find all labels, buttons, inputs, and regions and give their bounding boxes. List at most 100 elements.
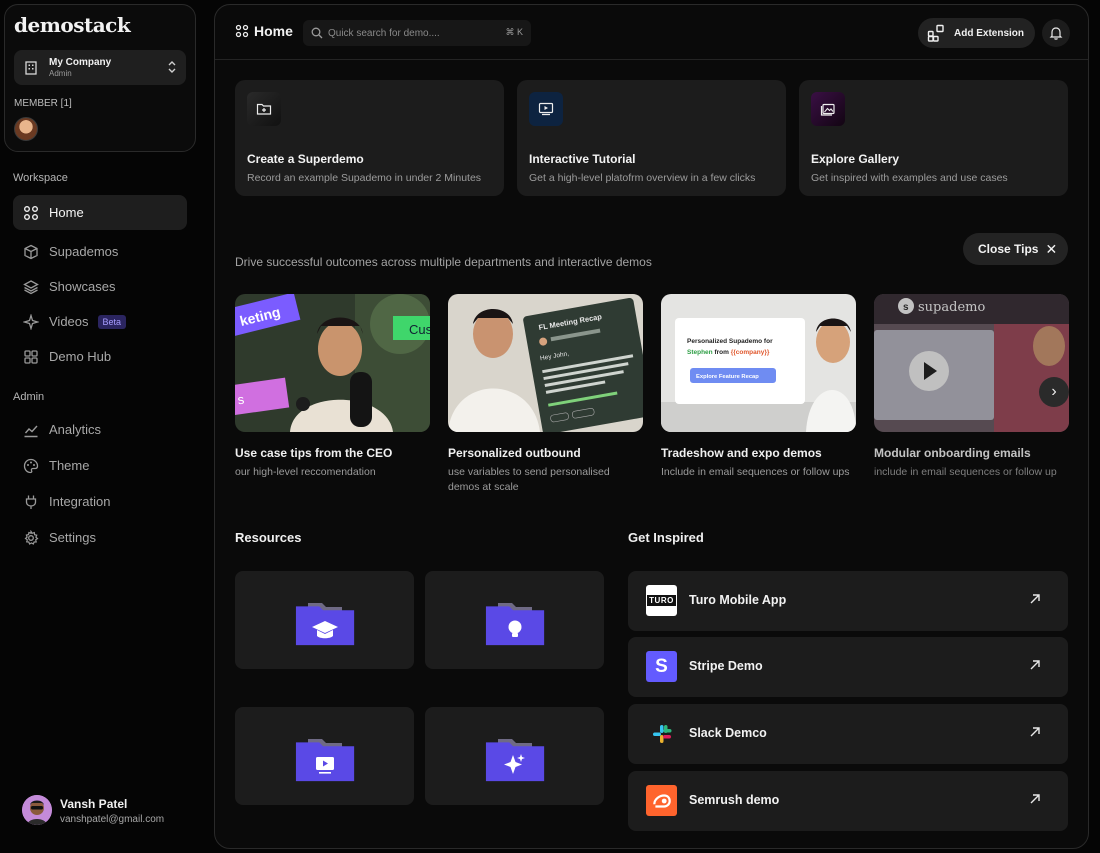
- resource-card[interactable]: [235, 707, 414, 805]
- tip-thumbnail: FL Meeting Recap Hey John,: [448, 294, 643, 432]
- nav-videos[interactable]: Videos Beta: [13, 304, 187, 339]
- turo-logo-text: TURO: [647, 595, 676, 606]
- nav-label: Settings: [49, 530, 96, 545]
- extension-icon: [927, 24, 944, 42]
- folder-plus-icon: [247, 92, 281, 126]
- tips-next-button[interactable]: ›: [1039, 377, 1069, 407]
- palette-icon: [23, 458, 39, 473]
- top-bar: Home ⌘ K Add Extension: [215, 5, 1088, 60]
- add-extension-label: Add Extension: [954, 27, 1025, 39]
- plug-icon: [25, 495, 37, 509]
- create-superdemo-card[interactable]: Create a Superdemo Record an example Sup…: [235, 80, 504, 196]
- add-extension-button[interactable]: Add Extension: [918, 18, 1035, 48]
- workspace-switcher[interactable]: My Company Admin: [14, 50, 186, 85]
- play-screen-icon: [529, 92, 563, 126]
- building-icon: [25, 61, 37, 75]
- tips-subtitle: Drive successful outcomes across multipl…: [235, 255, 652, 269]
- nav-supademos[interactable]: Supademos: [13, 234, 187, 269]
- card-title: Create a Superdemo: [247, 152, 364, 166]
- external-link-arrow-icon[interactable]: [1028, 725, 1042, 739]
- nav-analytics[interactable]: Analytics: [13, 412, 187, 447]
- tip-desc: Include in email sequences or follow ups: [661, 466, 850, 478]
- workspace-role: Admin: [49, 69, 72, 78]
- nav-label: Analytics: [49, 422, 102, 437]
- cube-icon: [24, 244, 38, 259]
- nav-label: Demo Hub: [49, 349, 112, 364]
- grid-icon: [235, 24, 249, 38]
- inspired-name: Slack Demco: [689, 726, 767, 740]
- inspired-name: Turo Mobile App: [689, 593, 787, 607]
- tip-title: Personalized outbound: [448, 446, 581, 460]
- sidebar: demostack My Company Admin MEMBER [1] Wo…: [0, 0, 206, 853]
- grid-icon: [24, 205, 38, 220]
- chevron-right-icon: ›: [1051, 383, 1057, 400]
- resource-card[interactable]: [235, 571, 414, 669]
- app-logo[interactable]: demostack: [14, 13, 131, 37]
- user-avatar: [22, 795, 52, 825]
- user-email: vanshpatel@gmail.com: [60, 814, 165, 825]
- tradeshow-card-from: from: [714, 349, 729, 356]
- explore-gallery-card[interactable]: Explore Gallery Get inspired with exampl…: [799, 80, 1068, 196]
- workspace-name: My Company: [49, 57, 112, 68]
- tip-thumbnail: s supademo: [874, 294, 1069, 432]
- resource-card[interactable]: [425, 707, 604, 805]
- external-link-arrow-icon[interactable]: [1028, 658, 1042, 672]
- lightbulb-icon: [485, 603, 544, 646]
- tip-card-outbound[interactable]: FL Meeting Recap Hey John, Personalized …: [448, 294, 643, 495]
- page-title-text: Home: [254, 23, 293, 39]
- workspace-section-label: Workspace: [13, 172, 68, 184]
- tradeshow-card-name: Stephen: [687, 349, 713, 356]
- semrush-logo-icon: [646, 785, 677, 816]
- inspired-item-stripe[interactable]: S Stripe Demo: [628, 637, 1068, 697]
- tip-card-ceo[interactable]: keting Cus s Use case tips from the CEO …: [235, 294, 430, 480]
- tip-title: Use case tips from the CEO: [235, 446, 393, 460]
- nav-settings[interactable]: Settings: [13, 520, 187, 555]
- beta-badge: Beta: [97, 314, 127, 329]
- inspired-name: Semrush demo: [689, 793, 780, 807]
- get-inspired-heading: Get Inspired: [628, 530, 704, 545]
- bell-icon: [1049, 27, 1063, 40]
- user-name: Vansh Patel: [60, 797, 128, 811]
- nav-home[interactable]: Home: [13, 195, 187, 230]
- close-tips-button[interactable]: Close Tips ✕: [963, 233, 1068, 265]
- nav-showcases[interactable]: Showcases: [13, 269, 187, 304]
- card-desc: Get a high-level platofrm overview in a …: [529, 172, 756, 184]
- svg-text:s: s: [903, 302, 909, 313]
- resource-card[interactable]: [425, 571, 604, 669]
- resources-heading: Resources: [235, 530, 302, 545]
- nav-label: Theme: [49, 458, 90, 473]
- admin-section-label: Admin: [13, 391, 45, 403]
- slack-logo-icon: [646, 718, 677, 749]
- external-link-arrow-icon[interactable]: [1028, 592, 1042, 606]
- search-shortcut: ⌘ K: [505, 27, 523, 37]
- interactive-tutorial-card[interactable]: Interactive Tutorial Get a high-level pl…: [517, 80, 786, 196]
- workspace-card: demostack My Company Admin MEMBER [1]: [4, 4, 196, 152]
- nav-label: Videos: [49, 314, 89, 329]
- tradeshow-card-variable: {{company}}: [731, 349, 770, 356]
- svg-text:Stephen from {{company}}: Stephen from {{company}}: [687, 349, 770, 356]
- gear-icon: [24, 529, 39, 545]
- search-box[interactable]: ⌘ K: [303, 20, 531, 46]
- inspired-item-turo[interactable]: TURO Turo Mobile App: [628, 571, 1068, 631]
- tip-card-tradeshow[interactable]: Personalized Supademo for Stephen from {…: [661, 294, 856, 480]
- layers-icon: [23, 279, 39, 294]
- tip-title: Tradeshow and expo demos: [661, 446, 822, 460]
- tip-desc: our high-level reccomendation: [235, 466, 376, 478]
- card-desc: Get inspired with examples and use cases: [811, 172, 1008, 184]
- supademo-brand: supademo: [918, 300, 985, 315]
- nav-demo-hub[interactable]: Demo Hub: [13, 339, 187, 374]
- inspired-item-semrush[interactable]: Semrush demo: [628, 771, 1068, 831]
- nav-label: Showcases: [49, 279, 116, 294]
- nav-theme[interactable]: Theme: [13, 448, 187, 483]
- sparkle-icon: [23, 313, 39, 330]
- inspired-item-slack[interactable]: Slack Demco: [628, 704, 1068, 764]
- card-title: Interactive Tutorial: [529, 152, 636, 166]
- nav-integration[interactable]: Integration: [13, 484, 187, 519]
- tip-desc: include in email sequences or follow up: [874, 466, 1057, 478]
- notifications-button[interactable]: [1042, 19, 1070, 47]
- search-input[interactable]: [328, 27, 498, 39]
- member-avatar[interactable]: [14, 117, 38, 141]
- customer-sticker: Cus: [409, 322, 430, 337]
- main-panel: Home ⌘ K Add Extension Create a Superdem…: [214, 4, 1089, 849]
- external-link-arrow-icon[interactable]: [1028, 792, 1042, 806]
